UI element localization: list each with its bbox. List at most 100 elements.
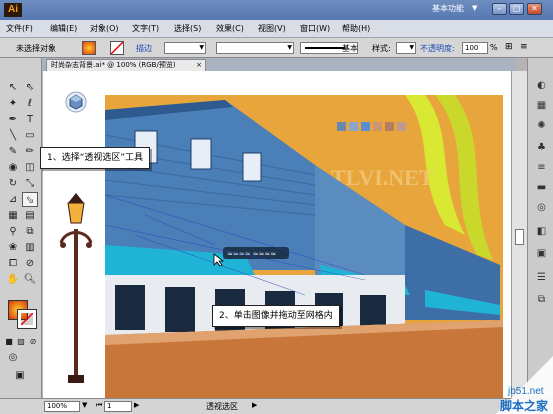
- menu-file[interactable]: 文件(F): [6, 23, 33, 34]
- menu-object[interactable]: 对象(O): [90, 23, 119, 34]
- gradient-tool-icon[interactable]: ▤: [22, 208, 38, 223]
- stroke-swatch[interactable]: [17, 309, 37, 329]
- slice-tool-icon[interactable]: ⊘: [22, 256, 38, 271]
- site-watermark: jb51.net 脚本之家: [496, 356, 553, 414]
- mesh-tool-icon[interactable]: ▦: [5, 208, 21, 223]
- symbols-panel-icon[interactable]: ♣: [535, 142, 548, 154]
- zoom-level-field[interactable]: 100%: [44, 401, 80, 412]
- fill-color-swatch[interactable]: [82, 41, 96, 55]
- close-tab-button[interactable]: ×: [196, 60, 202, 71]
- document-tab-title: 时尚杂志背景.ai* @ 100% (RGB/预览): [51, 61, 176, 69]
- menu-type[interactable]: 文字(T): [132, 23, 159, 34]
- menu-select[interactable]: 选择(S): [174, 23, 201, 34]
- eyedropper-tool-icon[interactable]: ⚲: [5, 224, 21, 239]
- layers-panel-icon[interactable]: ☰: [535, 272, 548, 284]
- rotate-tool-icon[interactable]: ↻: [5, 176, 21, 191]
- menu-view[interactable]: 视图(V): [258, 23, 286, 34]
- pen-tool-icon[interactable]: ✒: [5, 112, 21, 127]
- graphic-style-dropdown[interactable]: ▼: [396, 42, 416, 54]
- stroke-color-swatch[interactable]: [110, 41, 124, 55]
- building-window: [190, 138, 212, 170]
- perspective-widget-icon[interactable]: [65, 91, 87, 113]
- pencil-tool-icon[interactable]: ✏: [22, 144, 38, 159]
- palette-swatch: [349, 122, 358, 131]
- appearance-panel-icon[interactable]: ◧: [535, 226, 548, 238]
- direct-selection-tool-icon[interactable]: ⇖: [22, 80, 38, 95]
- opacity-unit: %: [490, 43, 498, 52]
- artboard-number-field[interactable]: 1: [104, 401, 132, 412]
- paintbrush-tool-icon[interactable]: ✎: [5, 144, 21, 159]
- screen-mode-icon[interactable]: ▣: [12, 368, 28, 383]
- blob-brush-tool-icon[interactable]: ◉: [5, 160, 21, 175]
- draw-mode-icon[interactable]: ◎: [5, 350, 21, 365]
- zoom-tool-icon[interactable]: 🔍︎: [22, 272, 38, 287]
- menu-window[interactable]: 窗口(W): [300, 23, 330, 34]
- eraser-tool-icon[interactable]: ◫: [22, 160, 38, 175]
- stroke-label[interactable]: 描边: [136, 43, 152, 54]
- artboard-tool-icon[interactable]: ⧠: [5, 256, 21, 271]
- menu-effect[interactable]: 效果(C): [216, 23, 244, 34]
- workspace-switcher[interactable]: 基本功能: [432, 3, 464, 14]
- palette-swatch: [373, 122, 382, 131]
- first-artboard-icon[interactable]: ⏮: [96, 401, 102, 410]
- chevron-down-icon[interactable]: ▼: [82, 401, 87, 409]
- zoom-level-value: 100%: [47, 402, 68, 410]
- opacity-input[interactable]: 100: [462, 42, 488, 54]
- color-mode-icon[interactable]: ■: [3, 334, 15, 349]
- type-tool-icon[interactable]: T: [22, 112, 38, 127]
- right-panel-dock: ◐ ▦ ✺ ♣ ≡ ▬ ◎ ◧ ▣ ☰ ⧉: [527, 58, 553, 398]
- selection-tool-icon[interactable]: ↖: [5, 80, 21, 95]
- watermark-site-text: jb51.net: [507, 386, 544, 397]
- restore-button[interactable]: ▢: [509, 3, 524, 15]
- perspective-selection-tool-icon[interactable]: ⬂: [22, 192, 38, 207]
- lasso-tool-icon[interactable]: ℓ: [22, 96, 38, 111]
- graphic-styles-panel-icon[interactable]: ▣: [535, 248, 548, 260]
- variable-width-dropdown[interactable]: ▼: [216, 42, 294, 54]
- palette-swatch: [397, 122, 406, 131]
- control-bar: 未选择对象 描边 ▼ ▼ 基本 样式: ▼ 不透明度: 100 % ⊞ ≡: [0, 38, 553, 58]
- line-tool-icon[interactable]: ╲: [5, 128, 21, 143]
- transform-icon[interactable]: ⊞: [505, 42, 513, 52]
- stroke-weight-dropdown[interactable]: ▼: [164, 42, 206, 54]
- no-stroke-icon: [21, 313, 33, 325]
- watermark-name-text: 脚本之家: [500, 398, 549, 413]
- blend-tool-icon[interactable]: ⧉: [22, 224, 38, 239]
- hand-tool-icon[interactable]: ✋: [5, 272, 21, 287]
- canvas-area[interactable]: TLVI.NET ≈≈≈≈ ≈≈≈≈: [43, 71, 511, 398]
- rectangle-tool-icon[interactable]: ▭: [22, 128, 38, 143]
- palette-swatch: [337, 122, 346, 131]
- status-menu-arrow-icon[interactable]: ▶: [252, 401, 257, 409]
- minimize-button[interactable]: –: [492, 3, 507, 15]
- magic-wand-tool-icon[interactable]: ✦: [5, 96, 21, 111]
- scale-tool-icon[interactable]: ⤡: [22, 176, 38, 191]
- stroke-panel-icon[interactable]: ≡: [535, 162, 548, 174]
- artboards-panel-icon[interactable]: ⧉: [535, 294, 548, 306]
- symbol-sprayer-tool-icon[interactable]: ❀: [5, 240, 21, 255]
- swatches-panel-icon[interactable]: ▦: [535, 100, 548, 112]
- menu-edit[interactable]: 编辑(E): [50, 23, 77, 34]
- transparency-panel-icon[interactable]: ◎: [535, 202, 548, 214]
- document-tab[interactable]: 时尚杂志背景.ai* @ 100% (RGB/预览) ×: [46, 59, 206, 71]
- palette-swatch: [361, 122, 370, 131]
- callout-step-1: 1、选择“透视选区”工具: [40, 147, 151, 169]
- gradient-panel-icon[interactable]: ▬: [535, 182, 548, 194]
- options-menu-icon[interactable]: ≡: [520, 42, 528, 52]
- perspective-grid-tool-icon[interactable]: ⊿: [5, 192, 21, 207]
- menu-help[interactable]: 帮助(H): [342, 23, 370, 34]
- shop-sign-text: ≈≈≈≈ ≈≈≈≈: [227, 250, 276, 258]
- palette-swatch: [385, 122, 394, 131]
- callout-step-2: 2、单击图像并拖动至网格内: [212, 305, 340, 327]
- color-panel-icon[interactable]: ◐: [535, 80, 548, 92]
- artwork-illustration[interactable]: TLVI.NET ≈≈≈≈ ≈≈≈≈: [105, 95, 503, 398]
- scrollbar-thumb[interactable]: [515, 229, 524, 245]
- tools-panel: ↖ ⇖ ✦ ℓ ✒ T ╲ ▭ ✎ ✏ ◉ ◫ ↻ ⤡ ⊿ ⬂ ▦ ▤ ⚲ ⧉ …: [0, 58, 42, 398]
- next-artboard-icon[interactable]: ▶: [134, 401, 139, 409]
- none-mode-icon[interactable]: ⊘: [27, 334, 39, 349]
- lamp-post-illustration: [59, 193, 93, 383]
- brushes-panel-icon[interactable]: ✺: [535, 120, 548, 132]
- close-button[interactable]: ✕: [527, 3, 542, 15]
- graph-tool-icon[interactable]: ▥: [22, 240, 38, 255]
- vertical-scrollbar[interactable]: [511, 71, 527, 398]
- opacity-label[interactable]: 不透明度:: [420, 43, 455, 54]
- gradient-mode-icon[interactable]: ▨: [15, 334, 27, 349]
